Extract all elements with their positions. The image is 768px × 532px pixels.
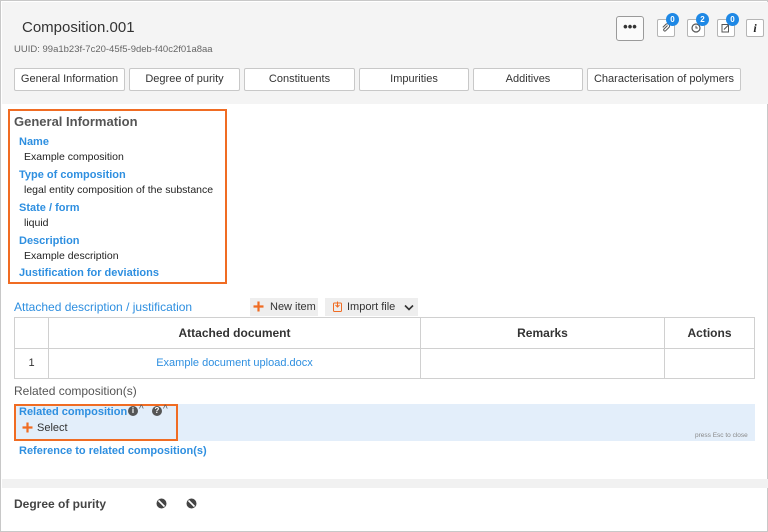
general-information-heading: General Information [14,114,138,129]
caret-up-icon[interactable]: ^ [139,404,144,415]
import-file-icon [333,301,342,312]
more-options-button[interactable]: ••• [616,16,644,41]
no-entry-icon[interactable] [156,498,167,509]
actions-cell [665,349,754,378]
page-title: Composition.001 [22,19,135,36]
plus-icon [253,301,264,312]
table-row-index: 1 [28,357,35,369]
name-label: Name [19,136,49,148]
state-form-label: State / form [19,202,80,214]
history-count-badge: 2 [696,13,709,26]
uuid-text: UUID: 99a1b23f-7c20-45f5-9deb-f40c2f01a8… [14,44,213,55]
attached-description-title: Attached description / justification [14,300,193,314]
related-compositions-section-label: Related composition(s) [14,384,137,398]
remarks-cell [421,349,664,378]
plus-icon[interactable] [22,422,33,433]
type-of-composition-label: Type of composition [19,169,126,181]
new-item-label: New item [270,301,316,313]
import-file-button[interactable]: Import file [325,298,418,316]
help-icon[interactable]: ? [152,406,162,416]
actions-column-header: Actions [687,326,732,340]
degree-of-purity-heading: Degree of purity [14,497,107,511]
notes-count-badge: 0 [726,13,739,26]
chevron-down-icon [404,304,414,311]
index-column-header [15,318,48,349]
info-button[interactable]: i [746,19,764,37]
state-form-value[interactable]: liquid [24,217,49,229]
tab-general-information[interactable]: General Information [14,68,125,91]
description-value[interactable]: Example description [24,250,119,262]
notes-button[interactable]: 0 [717,13,739,37]
select-button[interactable]: Select [37,422,68,434]
tab-additives[interactable]: Additives [473,68,583,91]
tab-impurities[interactable]: Impurities [359,68,469,91]
reference-related-compositions-link[interactable]: Reference to related composition(s) [19,445,207,457]
import-file-label: Import file [347,301,396,313]
attachments-count-badge: 0 [666,13,679,26]
related-composition-label: Related composition [19,406,128,418]
name-value[interactable]: Example composition [24,151,124,163]
tab-degree-of-purity[interactable]: Degree of purity [129,68,240,91]
remarks-column-header: Remarks [517,326,568,340]
justification-label: Justification for deviations [19,267,159,279]
attached-documents-table: Attached document Remarks Actions 1 Exam… [14,317,755,379]
tab-constituents[interactable]: Constituents [244,68,355,91]
tab-characterisation-of-polymers[interactable]: Characterisation of polymers [587,68,741,91]
description-label: Description [19,235,80,247]
new-item-button[interactable]: New item [250,298,318,316]
esc-hint: press Esc to close [695,432,748,439]
attached-document-column-header: Attached document [178,326,291,340]
attached-document-link[interactable]: Example document upload.docx [49,349,420,378]
history-button[interactable]: 2 [687,13,709,37]
section-divider [2,479,768,488]
no-entry-icon[interactable] [186,498,197,509]
type-of-composition-value[interactable]: legal entity composition of the substanc… [24,184,213,196]
caret-up-icon[interactable]: ^ [163,404,168,415]
attachments-button[interactable]: 0 [657,13,679,37]
info-icon[interactable]: i [128,406,138,416]
composition-panel: Composition.001 UUID: 99a1b23f-7c20-45f5… [0,0,768,532]
